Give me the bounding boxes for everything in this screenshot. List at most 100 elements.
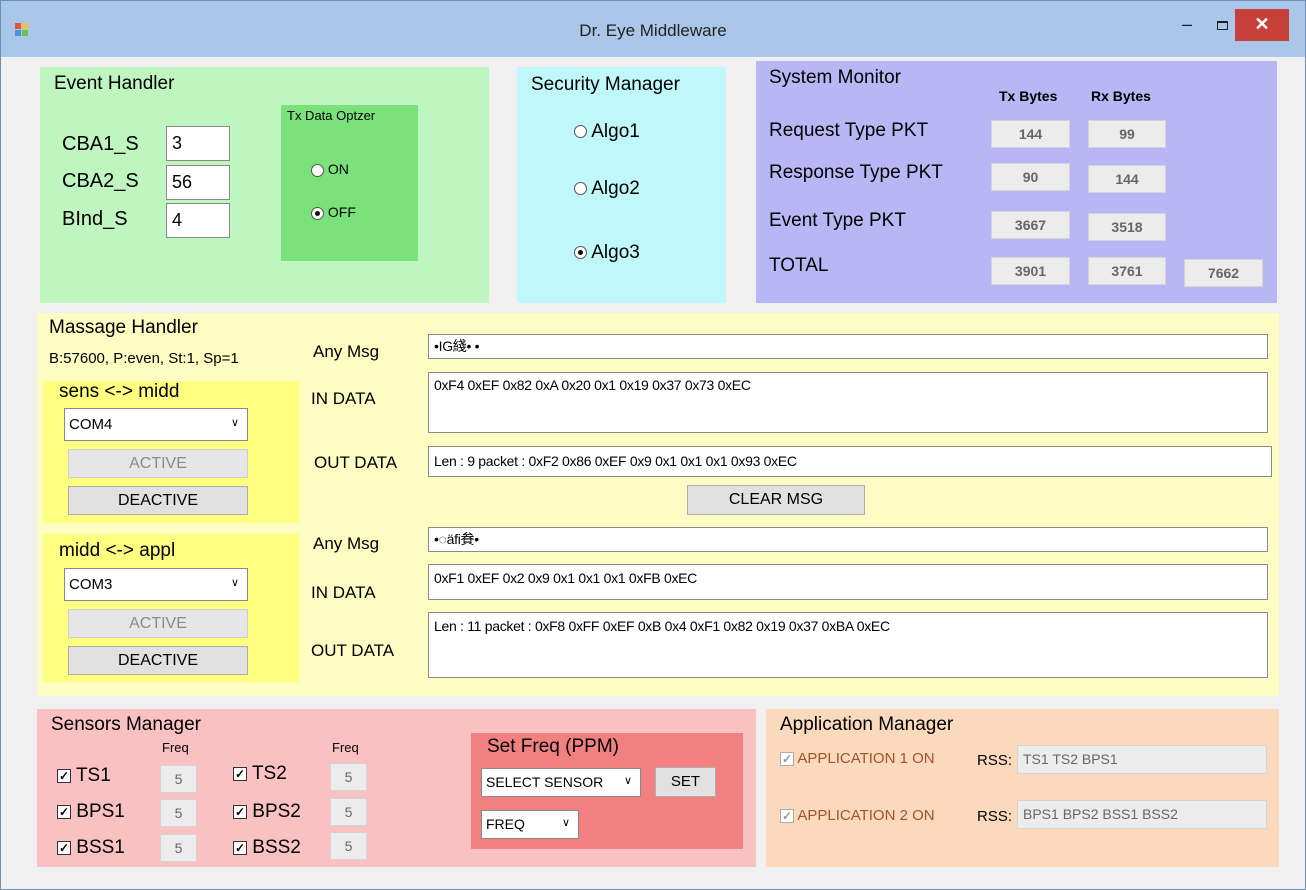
checkmark-icon: ✓ <box>57 804 71 819</box>
midd-appl-port-value: COM3 <box>69 576 113 593</box>
midd-appl-port-select[interactable]: COM3 ∨ <box>64 568 248 601</box>
sensors-manager-title: Sensors Manager <box>51 714 201 735</box>
sens-midd-port-value: COM4 <box>69 416 113 433</box>
upper-out-data-label: OUT DATA <box>314 453 398 472</box>
message-handler-title: Massage Handler <box>49 317 198 338</box>
bps1-checkbox[interactable]: ✓ BPS1 <box>57 801 125 823</box>
request-tx-value: 144 <box>991 120 1070 148</box>
event-pkt-label: Event Type PKT <box>769 210 906 231</box>
lower-any-msg-label: Any Msg <box>313 534 380 553</box>
upper-out-data-field[interactable]: Len : 9 packet : 0xF2 0x86 0xEF 0x9 0x1 … <box>428 446 1272 477</box>
bss2-checkbox[interactable]: ✓ BSS2 <box>233 837 301 859</box>
bind-input[interactable]: 4 <box>166 203 230 238</box>
checkmark-icon: ✓ <box>57 768 71 783</box>
upper-in-data-label: IN DATA <box>311 389 376 408</box>
tx-optimizer-group: Tx Data Optzer ON OFF <box>281 105 418 261</box>
ts2-label: TS2 <box>251 763 287 784</box>
maximize-button[interactable] <box>1205 9 1239 41</box>
bps1-freq[interactable]: 5 <box>160 799 197 827</box>
system-monitor-title: System Monitor <box>769 67 901 88</box>
total-label: TOTAL <box>769 255 829 276</box>
application-manager-panel: Application Manager ✓ APPLICATION 1 ON R… <box>766 709 1279 867</box>
midd-appl-active-button[interactable]: ACTIVE <box>68 609 248 638</box>
rx-bytes-header: Rx Bytes <box>1091 88 1151 104</box>
app1-rss-field: TS1 TS2 BPS1 <box>1017 745 1267 774</box>
freq-header-2: Freq <box>332 740 359 755</box>
window-title: Dr. Eye Middleware <box>579 21 727 40</box>
app2-label: APPLICATION 2 ON <box>797 807 935 824</box>
ts2-freq[interactable]: 5 <box>330 763 367 791</box>
minimize-button[interactable]: – <box>1169 9 1205 41</box>
cba1-label: CBA1_S <box>62 133 139 155</box>
checkmark-icon: ✓ <box>233 840 247 855</box>
sens-midd-title: sens <-> midd <box>59 381 180 402</box>
lower-in-data-field[interactable]: 0xF1 0xEF 0x2 0x9 0x1 0x1 0x1 0xFB 0xEC <box>428 564 1268 600</box>
algo1-label: Algo1 <box>591 121 640 142</box>
tx-off-radio[interactable]: OFF <box>311 204 356 220</box>
lower-any-msg-input[interactable]: •◌äfi貵• <box>428 527 1268 552</box>
chevron-down-icon: ∨ <box>623 774 632 787</box>
sens-midd-port-select[interactable]: COM4 ∨ <box>64 408 248 441</box>
request-pkt-label: Request Type PKT <box>769 120 929 141</box>
midd-appl-deactive-button[interactable]: DEACTIVE <box>68 646 248 675</box>
total-tx-value: 3901 <box>991 257 1070 285</box>
midd-appl-title: midd <-> appl <box>59 540 176 561</box>
cba1-input[interactable]: 3 <box>166 126 230 161</box>
chevron-down-icon: ∨ <box>230 416 239 429</box>
bss1-label: BSS1 <box>76 837 125 858</box>
checkmark-icon: ✓ <box>233 766 247 781</box>
set-button[interactable]: SET <box>655 767 716 797</box>
app-window: Dr. Eye Middleware – ✕ Event Handler CBA… <box>0 0 1306 890</box>
freq-select[interactable]: FREQ ∨ <box>481 810 579 839</box>
bss2-freq[interactable]: 5 <box>330 832 367 860</box>
lower-out-data-field[interactable]: Len : 11 packet : 0xF8 0xFF 0xEF 0xB 0x4… <box>428 612 1268 678</box>
ts1-freq[interactable]: 5 <box>160 765 197 793</box>
close-button[interactable]: ✕ <box>1235 9 1289 41</box>
app1-checkbox[interactable]: ✓ APPLICATION 1 ON <box>780 750 935 767</box>
radio-icon <box>311 206 324 220</box>
response-pkt-label: Response Type PKT <box>769 162 943 183</box>
app1-label: APPLICATION 1 ON <box>797 750 935 767</box>
event-rx-value: 3518 <box>1088 213 1166 241</box>
bps1-label: BPS1 <box>76 801 125 822</box>
algo2-radio[interactable]: Algo2 <box>574 178 640 200</box>
ts2-checkbox[interactable]: ✓ TS2 <box>233 763 287 785</box>
app2-rss-field: BPS1 BPS2 BSS1 BSS2 <box>1017 800 1267 829</box>
application-manager-title: Application Manager <box>780 714 954 735</box>
sens-midd-active-button[interactable]: ACTIVE <box>68 449 248 478</box>
ts1-checkbox[interactable]: ✓ TS1 <box>57 765 111 787</box>
tx-on-radio[interactable]: ON <box>311 161 349 177</box>
tx-on-label: ON <box>327 161 349 177</box>
set-freq-title: Set Freq (PPM) <box>487 736 619 757</box>
app2-checkbox[interactable]: ✓ APPLICATION 2 ON <box>780 807 935 824</box>
freq-select-value: FREQ <box>486 816 525 832</box>
freq-header-1: Freq <box>162 740 189 755</box>
bps2-checkbox[interactable]: ✓ BPS2 <box>233 801 301 823</box>
event-handler-title: Event Handler <box>54 73 175 94</box>
bss1-checkbox[interactable]: ✓ BSS1 <box>57 837 125 859</box>
request-rx-value: 99 <box>1088 120 1166 148</box>
radio-icon <box>574 182 587 196</box>
chevron-down-icon: ∨ <box>561 816 570 829</box>
tx-optimizer-title: Tx Data Optzer <box>287 108 376 123</box>
algo3-radio[interactable]: Algo3 <box>574 242 640 264</box>
event-handler-panel: Event Handler CBA1_S 3 CBA2_S 56 BInd_S … <box>40 67 489 303</box>
bps2-freq[interactable]: 5 <box>330 798 367 826</box>
upper-any-msg-input[interactable]: •IG綫• • <box>428 334 1268 359</box>
sensor-select[interactable]: SELECT SENSOR ∨ <box>481 768 641 797</box>
radio-icon <box>574 246 587 260</box>
bss1-freq[interactable]: 5 <box>160 834 197 862</box>
clear-msg-button[interactable]: CLEAR MSG <box>687 485 865 515</box>
midd-appl-group: midd <-> appl COM3 ∨ ACTIVE DEACTIVE <box>43 534 299 682</box>
event-tx-value: 3667 <box>991 211 1070 239</box>
security-manager-panel: Security Manager Algo1 Algo2 Algo3 <box>517 67 726 303</box>
upper-in-data-field[interactable]: 0xF4 0xEF 0x82 0xA 0x20 0x1 0x19 0x37 0x… <box>428 372 1268 433</box>
security-manager-title: Security Manager <box>531 74 680 95</box>
bss2-label: BSS2 <box>252 837 301 858</box>
algo1-radio[interactable]: Algo1 <box>574 121 640 143</box>
chevron-down-icon: ∨ <box>230 576 239 589</box>
app2-rss-label: RSS: <box>977 808 1013 825</box>
cba2-input[interactable]: 56 <box>166 165 230 200</box>
radio-icon <box>311 163 324 177</box>
sens-midd-deactive-button[interactable]: DEACTIVE <box>68 486 248 515</box>
